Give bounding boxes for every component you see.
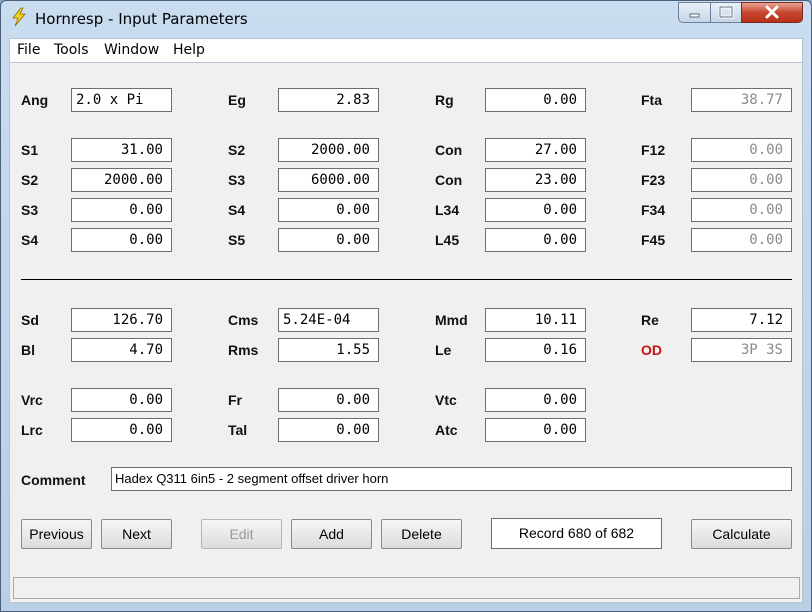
field-tal[interactable]: 0.00 [278, 418, 379, 442]
field-mmd[interactable]: 10.11 [485, 308, 586, 332]
close-button[interactable] [741, 2, 803, 23]
field-s3[interactable]: 6000.00 [278, 168, 379, 192]
field-vtc[interactable]: 0.00 [485, 388, 586, 412]
label-mmd: Mmd [435, 312, 468, 328]
field-le[interactable]: 0.16 [485, 338, 586, 362]
field-s4[interactable]: 0.00 [278, 198, 379, 222]
edit-button[interactable]: Edit [201, 519, 282, 549]
field-f34: 0.00 [691, 198, 792, 222]
label-fr: Fr [228, 392, 242, 408]
label-s5: S5 [228, 232, 246, 248]
field-l45[interactable]: 0.00 [485, 228, 586, 252]
field-vrc[interactable]: 0.00 [71, 388, 172, 412]
record-indicator: Record 680 of 682 [491, 518, 662, 549]
label-tal: Tal [228, 422, 248, 438]
label-s3: S3 [228, 172, 246, 188]
label-vrc: Vrc [21, 392, 43, 408]
menu-help[interactable]: Help [173, 42, 205, 58]
label-s1: S1 [21, 142, 39, 158]
field-con-2[interactable]: 23.00 [485, 168, 586, 192]
label-s2: S2 [21, 172, 39, 188]
minimize-button[interactable] [678, 2, 711, 23]
menu-file[interactable]: File [17, 42, 40, 58]
lightning-icon [12, 7, 26, 27]
next-button[interactable]: Next [101, 519, 172, 549]
menu-window[interactable]: Window [104, 42, 159, 58]
label-l45: L45 [435, 232, 460, 248]
maximize-icon [718, 5, 734, 19]
divider [21, 279, 792, 280]
label-vtc: Vtc [435, 392, 457, 408]
field-eg[interactable]: 2.83 [278, 88, 379, 112]
label-fta: Fta [641, 92, 662, 108]
label-atc: Atc [435, 422, 458, 438]
field-sd[interactable]: 126.70 [71, 308, 172, 332]
label-bl: Bl [21, 342, 35, 358]
label-lrc: Lrc [21, 422, 43, 438]
label-ang: Ang [21, 92, 49, 108]
label-con: Con [435, 142, 463, 158]
label-con: Con [435, 172, 463, 188]
maximize-button[interactable] [710, 2, 742, 23]
field-fta: 38.77 [691, 88, 792, 112]
field-s2[interactable]: 2000.00 [278, 138, 379, 162]
field-cms[interactable]: 5.24E-04 [278, 308, 379, 332]
minimize-icon [689, 13, 700, 18]
label-rms: Rms [228, 342, 259, 358]
field-s5[interactable]: 0.00 [278, 228, 379, 252]
field-con-1[interactable]: 27.00 [485, 138, 586, 162]
input-parameters-panel: Ang 2.0 x Pi Eg 2.83 Rg 0.00 Fta 38.77 S… [9, 62, 803, 603]
label-eg: Eg [228, 92, 246, 108]
field-s4-row4[interactable]: 0.00 [71, 228, 172, 252]
label-f23: F23 [641, 172, 666, 188]
field-f12: 0.00 [691, 138, 792, 162]
label-s4: S4 [21, 232, 39, 248]
label-l34: L34 [435, 202, 460, 218]
field-s1[interactable]: 31.00 [71, 138, 172, 162]
label-f45: F45 [641, 232, 666, 248]
field-fr[interactable]: 0.00 [278, 388, 379, 412]
label-rg: Rg [435, 92, 454, 108]
field-l34[interactable]: 0.00 [485, 198, 586, 222]
field-s2-row2[interactable]: 2000.00 [71, 168, 172, 192]
label-s2: S2 [228, 142, 246, 158]
field-rg[interactable]: 0.00 [485, 88, 586, 112]
label-comment: Comment [21, 472, 86, 488]
label-s4: S4 [228, 202, 246, 218]
label-sd: Sd [21, 312, 39, 328]
menu-tools[interactable]: Tools [54, 42, 89, 58]
field-atc[interactable]: 0.00 [485, 418, 586, 442]
previous-button[interactable]: Previous [21, 519, 92, 549]
status-bar [13, 577, 800, 599]
label-f34: F34 [641, 202, 666, 218]
add-button[interactable]: Add [291, 519, 372, 549]
main-window: Hornresp - Input Parameters File Tools W… [0, 0, 812, 612]
comment-field[interactable]: Hadex Q311 6in5 - 2 segment offset drive… [111, 467, 792, 491]
window-title: Hornresp - Input Parameters [35, 10, 248, 28]
field-rms[interactable]: 1.55 [278, 338, 379, 362]
close-icon [765, 5, 779, 19]
calculate-button[interactable]: Calculate [691, 519, 792, 549]
label-le: Le [435, 342, 452, 358]
label-od[interactable]: OD [641, 342, 662, 358]
field-bl[interactable]: 4.70 [71, 338, 172, 362]
label-cms: Cms [228, 312, 259, 328]
field-f23: 0.00 [691, 168, 792, 192]
field-ang[interactable]: 2.0 x Pi [71, 88, 172, 112]
field-s3-row3[interactable]: 0.00 [71, 198, 172, 222]
field-lrc[interactable]: 0.00 [71, 418, 172, 442]
field-f45: 0.00 [691, 228, 792, 252]
label-f12: F12 [641, 142, 666, 158]
delete-button[interactable]: Delete [381, 519, 462, 549]
field-re[interactable]: 7.12 [691, 308, 792, 332]
menu-bar: File Tools Window Help [9, 38, 803, 62]
field-od: 3P 3S [691, 338, 792, 362]
label-s3: S3 [21, 202, 39, 218]
label-re: Re [641, 312, 659, 328]
title-bar[interactable]: Hornresp - Input Parameters [1, 1, 811, 37]
